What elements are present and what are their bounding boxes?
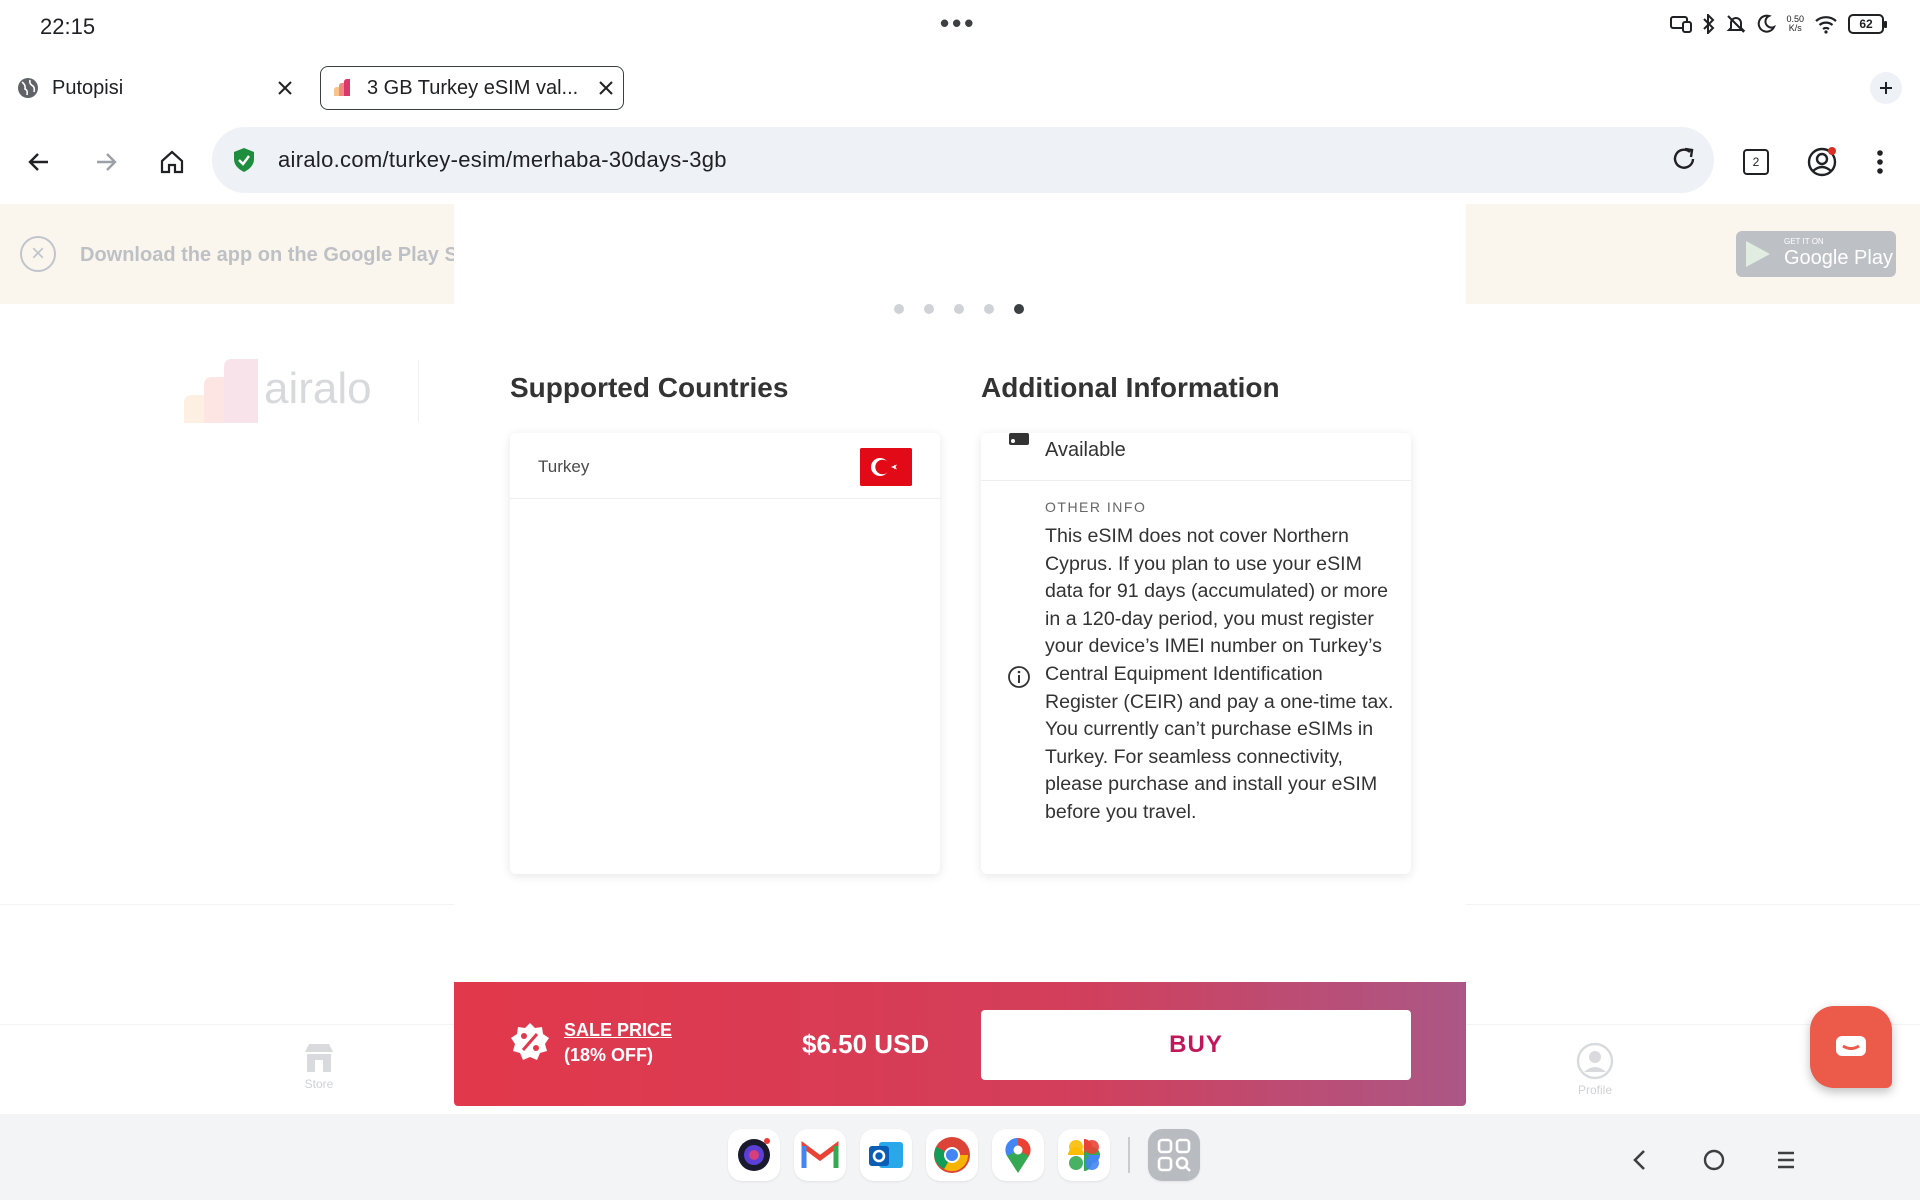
forward-button[interactable] <box>84 140 128 184</box>
nav-home-button[interactable] <box>1694 1140 1734 1180</box>
carousel-dot-active[interactable] <box>1014 304 1024 314</box>
availability-text: Available <box>1045 439 1126 461</box>
nav-recents-button[interactable] <box>1766 1140 1806 1180</box>
other-info-label: OTHER INFO <box>1045 499 1147 515</box>
bluetooth-icon <box>1703 14 1715 34</box>
supported-countries-card: Turkey <box>510 433 940 874</box>
chat-icon <box>1836 1036 1866 1056</box>
more-vert-icon <box>1877 150 1883 174</box>
nav-back-button[interactable] <box>1620 1140 1660 1180</box>
carousel-dot[interactable] <box>984 304 994 314</box>
profile-button[interactable] <box>1800 140 1844 184</box>
chat-button[interactable] <box>1810 1006 1892 1088</box>
secure-shield-icon <box>234 148 254 172</box>
close-tab-icon[interactable] <box>268 71 302 105</box>
globe-icon <box>18 78 38 98</box>
account-circle-icon <box>1807 147 1837 177</box>
new-tab-button[interactable] <box>1870 72 1902 104</box>
arrow-right-icon <box>97 153 117 171</box>
back-button[interactable] <box>17 140 61 184</box>
status-icons: 0.50 K/s 62 <box>1670 14 1887 34</box>
carousel-dot[interactable] <box>954 304 964 314</box>
app-dock <box>728 1129 1200 1181</box>
battery-indicator: 62 <box>1848 14 1887 34</box>
country-name: Turkey <box>538 457 590 476</box>
chevron-left-icon <box>1633 1150 1645 1170</box>
turkey-flag-icon <box>860 448 912 486</box>
tab-switcher-button[interactable]: 2 <box>1734 140 1778 184</box>
more-dots-icon[interactable]: ••• <box>940 8 976 39</box>
availability-row: Available <box>981 433 1411 481</box>
outlook-app-icon[interactable] <box>860 1129 912 1181</box>
buy-button[interactable]: BUY <box>981 1010 1411 1080</box>
arrow-left-icon <box>28 153 48 171</box>
sale-price-label[interactable]: SALE PRICE <box>564 1020 672 1041</box>
plus-icon <box>1880 82 1892 94</box>
discount-badge-icon <box>511 1023 549 1060</box>
reload-icon[interactable] <box>1670 145 1698 173</box>
tab-turkey-esim[interactable]: 3 GB Turkey eSIM val... <box>320 66 624 110</box>
home-icon <box>160 150 184 174</box>
tab-label: 3 GB Turkey eSIM val... <box>367 76 579 99</box>
carousel-dot[interactable] <box>924 304 934 314</box>
bell-off-icon <box>1727 15 1746 33</box>
tab-putopisi[interactable]: Putopisi <box>16 66 302 110</box>
menu-lines-icon <box>1778 1151 1794 1169</box>
circle-home-icon <box>1703 1149 1725 1171</box>
moon-icon <box>1758 14 1777 33</box>
info-icon <box>1008 666 1030 688</box>
supported-countries-title: Supported Countries <box>510 372 789 403</box>
carousel-dots <box>894 304 1024 314</box>
additional-info-card: Available OTHER INFO This eSIM does not … <box>981 433 1411 874</box>
status-bar: 22:15 ••• 0.50 K/s 62 <box>0 0 1920 54</box>
gmail-app-icon[interactable] <box>794 1129 846 1181</box>
additional-info-title: Additional Information <box>981 372 1280 403</box>
country-row: Turkey <box>510 433 940 499</box>
airalo-favicon-icon <box>334 79 350 96</box>
price: $6.50 USD <box>802 1029 930 1059</box>
maps-app-icon[interactable] <box>992 1129 1044 1181</box>
discount-text: (18% OFF) <box>564 1045 654 1065</box>
chrome-app-icon[interactable] <box>926 1129 978 1181</box>
wifi-icon <box>1815 16 1837 34</box>
net-speed: 0.50 K/s <box>1786 14 1804 33</box>
cast-icon <box>1670 16 1693 33</box>
url-text[interactable]: airalo.com/turkey-esim/merhaba-30days-3g… <box>278 147 727 173</box>
dock-separator <box>1128 1137 1130 1173</box>
tab-count-icon: 2 <box>1743 149 1769 175</box>
clock: 22:15 <box>40 14 96 39</box>
menu-button[interactable] <box>1858 140 1902 184</box>
package-details-modal: Supported Countries Additional Informati… <box>454 204 1466 982</box>
app-drawer-icon[interactable] <box>1148 1129 1200 1181</box>
carousel-dot[interactable] <box>894 304 904 314</box>
address-bar[interactable]: airalo.com/turkey-esim/merhaba-30days-3g… <box>212 127 1714 193</box>
photos-app-icon[interactable] <box>1058 1129 1110 1181</box>
close-tab-icon[interactable] <box>589 71 623 105</box>
buy-bar: SALE PRICE (18% OFF) $6.50 USD BUY <box>454 982 1466 1106</box>
other-info-text: This eSIM does not cover Northern Cyprus… <box>1045 525 1394 823</box>
home-button[interactable] <box>150 140 194 184</box>
tab-label: Putopisi <box>52 76 124 99</box>
camera-app-icon[interactable] <box>728 1129 780 1181</box>
sim-icon <box>1009 433 1029 445</box>
